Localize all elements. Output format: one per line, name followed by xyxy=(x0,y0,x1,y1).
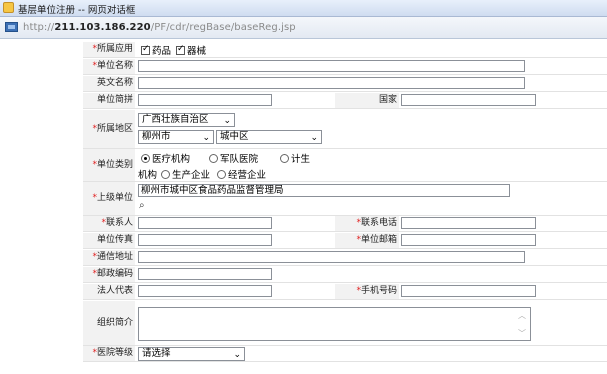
radio-family-planning-cont: 机构 xyxy=(138,170,158,181)
label-contact: *联系人 xyxy=(83,216,135,231)
hospital-level-select[interactable]: 请选择 ⌄ xyxy=(138,347,245,361)
radio-icon xyxy=(209,154,218,163)
label-email: *单位邮箱 xyxy=(335,233,399,248)
radio-family-planning[interactable]: 计生 xyxy=(277,151,310,165)
window-titlebar: 基层单位注册 -- 网页对话框 xyxy=(0,0,607,17)
label-en-name: 英文名称 xyxy=(83,76,135,91)
label-level: *医院等级 xyxy=(83,346,135,361)
label-name: *单位名称 xyxy=(83,59,135,74)
unit-name-input[interactable] xyxy=(138,60,525,72)
chevron-down-icon: ⌄ xyxy=(223,116,231,126)
radio-medical[interactable]: 医疗机构 xyxy=(138,151,190,165)
city-select[interactable]: 柳州市 ⌄ xyxy=(138,130,214,144)
province-select[interactable]: 广西壮族自治区 ⌄ xyxy=(138,113,235,127)
label-intro: 组织简介 xyxy=(83,301,135,345)
checkbox-checked-icon xyxy=(141,44,150,55)
label-fax: 单位传真 xyxy=(83,233,135,248)
window-title: 基层单位注册 -- 网页对话框 xyxy=(18,5,136,16)
radio-distributor[interactable]: 经营企业 xyxy=(214,167,266,181)
checkbox-checked-icon xyxy=(176,44,185,55)
country-input[interactable] xyxy=(401,94,536,106)
row-region: *所属地区 广西壮族自治区 ⌄ 柳州市 ⌄ 城中区 ⌄ xyxy=(83,110,607,149)
page-icon xyxy=(5,22,18,32)
chevron-down-icon: ⌄ xyxy=(233,350,241,360)
row-en-name: 英文名称 xyxy=(83,76,607,92)
registration-form: *所属应用 药品 器械 *单位名称 英文名称 单位简拼 国家 *所属地区 广西壮… xyxy=(83,40,607,374)
search-icon[interactable]: ⌕ xyxy=(139,200,145,211)
legal-rep-input[interactable] xyxy=(138,285,272,297)
row-postcode: *邮政编码 xyxy=(83,267,607,283)
row-intro: 组织简介 ︿ ﹀ xyxy=(83,301,607,346)
label-category: *单位类别 xyxy=(83,149,135,181)
row-short: 单位简拼 国家 xyxy=(83,93,607,109)
chevron-down-icon: ⌄ xyxy=(310,133,318,143)
label-phone: *联系电话 xyxy=(335,216,399,231)
row-legal: 法人代表 *手机号码 xyxy=(83,284,607,300)
scroll-down-icon[interactable]: ﹀ xyxy=(517,328,527,339)
label-legal: 法人代表 xyxy=(83,284,135,299)
url-text: http://211.103.186.220/PF/cdr/regBase/ba… xyxy=(23,22,296,33)
short-name-input[interactable] xyxy=(138,94,272,106)
contact-input[interactable] xyxy=(138,217,272,229)
row-category: *单位类别 医疗机构 军队医院 计生 机构 生产企业 经营企业 xyxy=(83,149,607,182)
radio-military[interactable]: 军队医院 xyxy=(206,151,258,165)
mailing-address-input[interactable] xyxy=(138,251,525,263)
label-region: *所属地区 xyxy=(83,110,135,148)
checkbox-drug[interactable]: 药品 xyxy=(141,43,171,57)
fax-input[interactable] xyxy=(138,234,272,246)
chevron-down-icon: ⌄ xyxy=(202,133,210,143)
row-contact: *联系人 *联系电话 xyxy=(83,216,607,232)
radio-icon xyxy=(161,170,170,179)
row-address: *通信地址 xyxy=(83,250,607,266)
label-address: *通信地址 xyxy=(83,250,135,265)
org-intro-textarea[interactable]: ︿ ﹀ xyxy=(138,307,531,341)
district-select[interactable]: 城中区 ⌄ xyxy=(216,130,322,144)
row-level: *医院等级 请选择 ⌄ xyxy=(83,346,607,362)
address-bar: http://211.103.186.220/PF/cdr/regBase/ba… xyxy=(0,17,607,39)
label-postcode: *邮政编码 xyxy=(83,267,135,282)
label-mobile: *手机号码 xyxy=(335,284,399,299)
row-superior: *上级单位 柳州市城中区食品药品监督管理局 ⌕ xyxy=(83,182,607,216)
radio-icon xyxy=(217,170,226,179)
checkbox-device[interactable]: 器械 xyxy=(176,43,206,57)
row-app: *所属应用 药品 器械 xyxy=(83,42,607,58)
email-input[interactable] xyxy=(401,234,536,246)
dialog-icon xyxy=(3,2,14,13)
label-superior: *上级单位 xyxy=(83,182,135,215)
radio-icon xyxy=(280,154,289,163)
label-app: *所属应用 xyxy=(83,42,135,57)
superior-unit-input[interactable]: 柳州市城中区食品药品监督管理局 xyxy=(138,184,510,197)
english-name-input[interactable] xyxy=(138,77,525,89)
scroll-up-icon[interactable]: ︿ xyxy=(517,310,527,321)
postcode-input[interactable] xyxy=(138,268,272,280)
label-country: 国家 xyxy=(335,93,399,108)
radio-selected-icon xyxy=(141,154,150,163)
phone-input[interactable] xyxy=(401,217,536,229)
label-short: 单位简拼 xyxy=(83,93,135,108)
mobile-input[interactable] xyxy=(401,285,536,297)
radio-manufacturer[interactable]: 生产企业 xyxy=(158,167,210,181)
row-name: *单位名称 xyxy=(83,59,607,75)
row-fax: 单位传真 *单位邮箱 xyxy=(83,233,607,249)
